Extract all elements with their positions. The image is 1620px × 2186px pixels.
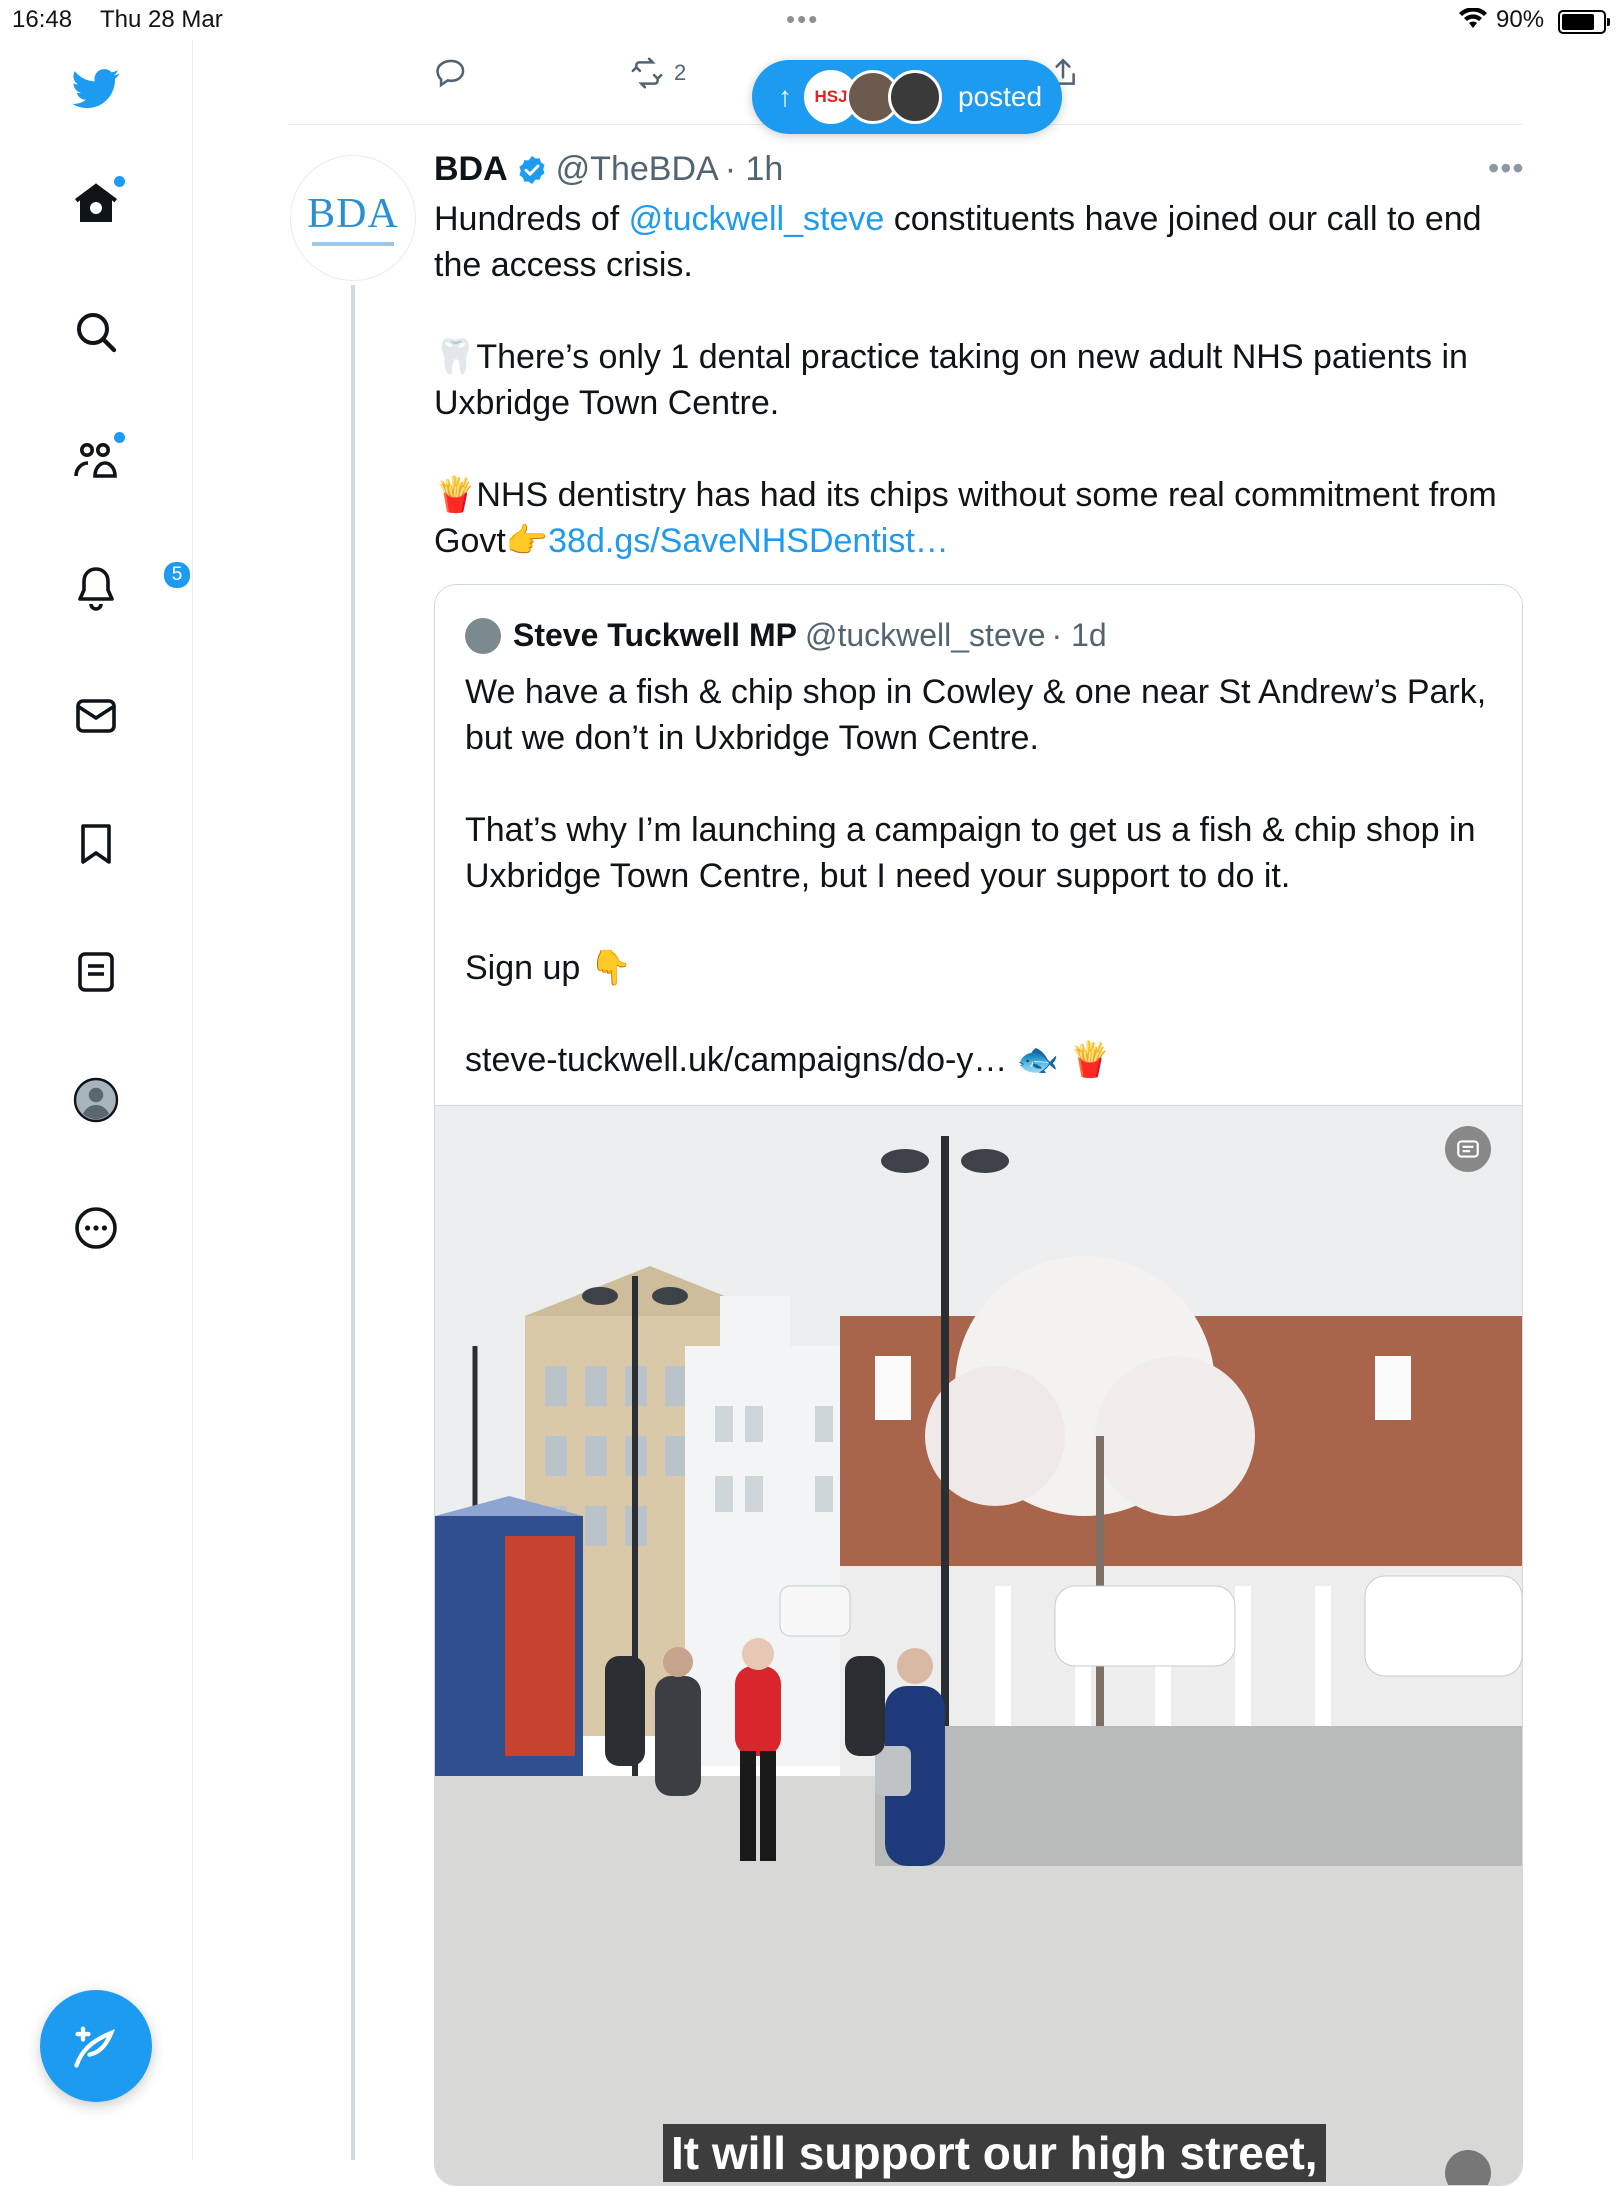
bda-logo-subline <box>312 242 394 246</box>
arrow-up-icon: ↑ <box>778 81 792 112</box>
nav-bookmarks[interactable] <box>56 804 136 884</box>
quote-text-3: Sign up 👇 <box>465 949 633 987</box>
tweet-body: Hundreds of @tuckwell_steve constituents… <box>434 196 1524 564</box>
tweet-author-avatar[interactable]: BDA <box>290 155 416 281</box>
wifi-icon <box>1458 7 1488 37</box>
nav-profile[interactable] <box>56 1060 136 1140</box>
status-bar: 16:48 Thu 28 Mar ••• 90% <box>0 0 1620 40</box>
video-player[interactable]: It will support our high street, <box>435 1105 1522 2185</box>
quote-author-handle: @tuckwell_steve <box>804 617 1046 653</box>
quote-author-name: Steve Tuckwell MP <box>513 617 797 653</box>
lists-icon <box>78 952 114 992</box>
battery-percent: 90% <box>1496 6 1545 33</box>
nav-more[interactable] <box>56 1188 136 1268</box>
tweet-author-name[interactable]: BDA <box>434 150 508 189</box>
tweet-author-handle[interactable]: @TheBDA <box>556 150 719 189</box>
home-icon <box>75 183 117 222</box>
home-unread-dot <box>112 174 127 189</box>
bda-logo: BDA <box>307 191 399 237</box>
tweet-url-link[interactable]: 38d.gs/SaveNHSDentist… <box>548 522 949 560</box>
tweet-text-2: 🦷There’s only 1 dental practice taking o… <box>434 338 1468 422</box>
quote-body: We have a fish & chip shop in Cowley & o… <box>465 669 1495 1083</box>
tweet-text-1a: Hundreds of <box>434 200 629 238</box>
nav-home[interactable] <box>56 164 136 244</box>
retweet-button[interactable]: 2 <box>630 56 686 90</box>
twitter-logo-icon[interactable] <box>56 48 136 128</box>
profile-avatar-icon <box>73 1077 119 1123</box>
quote-author-avatar <box>465 617 501 654</box>
nav-messages[interactable] <box>56 676 136 756</box>
video-frame-street-scene <box>435 1106 1522 2185</box>
tweet-header: BDA @TheBDA · 1h <box>434 150 783 189</box>
quote-text-2: That’s why I’m launching a campaign to g… <box>465 811 1476 895</box>
quote-text-4: steve-tuckwell.uk/campaigns/do-y… 🐟 🍟 <box>465 1041 1111 1079</box>
nav-lists[interactable] <box>56 932 136 1012</box>
quoted-tweet[interactable]: Steve Tuckwell MP @tuckwell_steve · 1d W… <box>434 584 1523 2186</box>
bell-icon <box>78 567 114 611</box>
status-date: Thu 28 Mar <box>100 6 223 33</box>
reply-button[interactable] <box>434 56 468 90</box>
search-icon <box>77 313 117 353</box>
tweet-more-icon[interactable]: ••• <box>1488 150 1525 187</box>
video-caption: It will support our high street, <box>663 2124 1326 2182</box>
new-posts-pill[interactable]: ↑ HSJ posted <box>752 60 1062 134</box>
nav-communities[interactable] <box>56 420 136 500</box>
multitasking-dots-icon[interactable]: ••• <box>786 4 819 35</box>
communities-icon <box>74 443 117 478</box>
reply-icon <box>436 59 465 88</box>
retweet-count: 2 <box>674 60 687 85</box>
mail-icon <box>76 699 116 733</box>
thread-line <box>351 285 355 2160</box>
mention-link[interactable]: @tuckwell_steve <box>629 200 885 238</box>
status-time: 16:48 <box>12 6 73 33</box>
battery-icon <box>1558 10 1610 34</box>
pill-avatar-3 <box>888 70 942 124</box>
nav-notifications[interactable]: 5 <box>56 548 192 628</box>
quote-timestamp: · 1d <box>1051 617 1107 653</box>
bookmark-icon <box>81 824 111 864</box>
pill-label: posted <box>958 81 1043 112</box>
retweet-icon <box>631 57 663 89</box>
nav-search[interactable] <box>56 292 136 372</box>
communities-unread-dot <box>112 430 127 445</box>
compose-feather-icon <box>74 2026 116 2068</box>
battery-fill <box>1562 14 1595 30</box>
quote-header: Steve Tuckwell MP @tuckwell_steve · 1d <box>465 617 1107 654</box>
notifications-badge: 5 <box>162 560 192 590</box>
quote-text-1: We have a fish & chip shop in Cowley & o… <box>465 673 1487 757</box>
compose-button[interactable] <box>40 1990 152 2102</box>
sidebar-nav: 5 <box>0 40 193 2160</box>
media-settings-icon[interactable] <box>1445 1126 1491 1172</box>
more-circle-icon <box>75 1207 117 1249</box>
verified-badge-icon <box>519 155 545 184</box>
tweet-timestamp[interactable]: · 1h <box>725 150 784 189</box>
